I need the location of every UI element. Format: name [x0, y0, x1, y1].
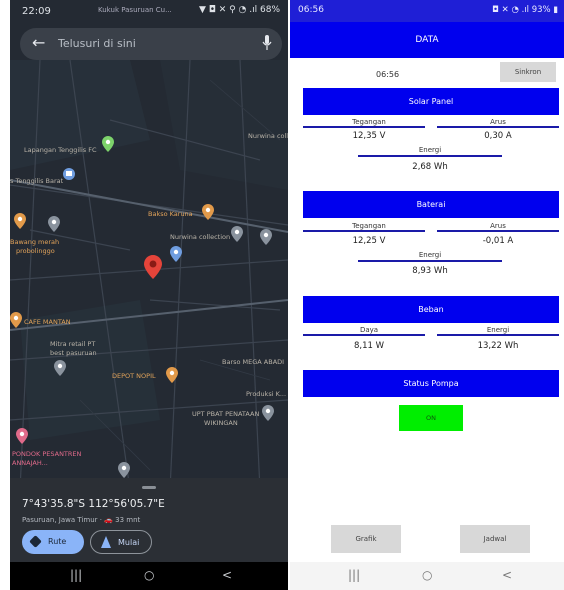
- load-power-label: Daya: [359, 326, 379, 334]
- back-button[interactable]: <: [502, 568, 512, 582]
- graph-button[interactable]: Grafik: [331, 525, 401, 553]
- directions-icon: [29, 535, 42, 548]
- status-icons: ▼ ◘ ✕ ⚲ ◔ .ıl 68%: [198, 5, 280, 15]
- system-nav-bar: ||| ○ <: [290, 562, 564, 590]
- load-energy-value: 13,22 Wh: [477, 341, 519, 351]
- mic-icon[interactable]: [262, 35, 272, 51]
- map-label: ANNAJAH...: [12, 459, 48, 467]
- clock-text: 06:56: [376, 70, 400, 79]
- status-bar: 06:56 ◘ ✕ ◔ .ıl 93% ▮: [290, 0, 564, 22]
- navigation-arrow-icon: [101, 536, 111, 548]
- home-button[interactable]: ○: [144, 568, 154, 582]
- restaurant-pin-icon[interactable]: [10, 312, 22, 328]
- coordinates-text: 7°43'35.8"S 112°56'05.7"E: [22, 498, 165, 510]
- map-label: best pasuruan: [50, 349, 97, 357]
- place-subtitle: Pasuruan, Jawa Timur · 🚗 33 mnt: [22, 516, 141, 524]
- back-button[interactable]: <: [222, 568, 232, 582]
- schedule-button[interactable]: Jadwal: [460, 525, 530, 553]
- pump-status-header: Status Pompa: [303, 370, 559, 397]
- battery-energy-label: Energi: [418, 251, 442, 259]
- solar-current-value: 0,30 A: [484, 131, 512, 141]
- status-bar: 22:09 Kukuk Pasuruan Cu... ▼ ◘ ✕ ⚲ ◔ .ıl…: [10, 0, 288, 24]
- map-label: DEPOT NOPIL: [112, 372, 156, 380]
- sync-button[interactable]: Sinkron: [500, 62, 556, 82]
- map-label: Mitra retail PT: [50, 340, 96, 348]
- battery-current-label: Arus: [490, 222, 506, 230]
- map-pin-icon[interactable]: [260, 229, 272, 245]
- map-label: Produksi K...: [246, 390, 287, 398]
- shop-pin-icon[interactable]: [170, 246, 182, 262]
- load-power-value: 8,11 W: [353, 341, 385, 351]
- restaurant-pin-icon[interactable]: [202, 204, 214, 220]
- status-time: 22:09: [22, 6, 51, 17]
- pink-pin-icon[interactable]: [16, 428, 28, 444]
- map-pin-icon[interactable]: [262, 405, 274, 421]
- map-pin-icon[interactable]: [48, 216, 60, 232]
- solar-energy-label: Energi: [418, 146, 442, 154]
- divider: [437, 230, 559, 232]
- start-label: Mulai: [118, 538, 140, 547]
- map-label: Nurwina coll: [248, 132, 288, 140]
- solar-voltage-value: 12,35 V: [352, 131, 386, 141]
- battery-header: Baterai: [303, 191, 559, 218]
- status-time: 06:56: [298, 5, 324, 15]
- divider: [437, 334, 559, 336]
- divider: [358, 260, 502, 262]
- battery-voltage-label: Tegangan: [352, 222, 386, 230]
- recent-apps-button[interactable]: |||: [70, 568, 82, 582]
- load-energy-label: Energi: [486, 326, 510, 334]
- map-pin-icon[interactable]: [231, 226, 243, 242]
- search-placeholder[interactable]: Telusuri di sini: [58, 37, 136, 50]
- map-label: Nurwina collection: [170, 233, 231, 241]
- map-pin-icon[interactable]: [102, 136, 114, 152]
- arrow-left-icon[interactable]: ←: [32, 33, 45, 52]
- search-bar[interactable]: ← Telusuri di sini: [20, 28, 282, 60]
- route-button[interactable]: Rute: [22, 530, 84, 554]
- map-label: Bakso Karuna: [148, 210, 193, 218]
- divider: [437, 126, 559, 128]
- map-pin-icon[interactable]: [54, 360, 66, 376]
- status-icons: ◘ ✕ ◔ .ıl 93% ▮: [492, 5, 558, 15]
- map-label: WIKINGAN: [204, 419, 238, 427]
- map-label: probolinggo: [16, 247, 55, 255]
- map-label: s Tenggilis Barat: [10, 177, 64, 185]
- solar-current-label: Arus: [490, 118, 506, 126]
- system-nav-bar: ||| ○ <: [10, 562, 288, 590]
- battery-current-value: -0,01 A: [482, 236, 514, 246]
- divider: [303, 334, 425, 336]
- solar-voltage-label: Tegangan: [352, 118, 386, 126]
- place-bottom-sheet[interactable]: 7°43'35.8"S 112°56'05.7"E Pasuruan, Jawa…: [10, 478, 288, 562]
- map-pin-icon[interactable]: [118, 462, 130, 478]
- battery-energy-value: 8,93 Wh: [412, 266, 448, 276]
- app-title: DATA: [290, 22, 564, 58]
- restaurant-pin-icon[interactable]: [14, 213, 26, 229]
- home-button[interactable]: ○: [422, 568, 432, 582]
- solar-energy-value: 2,68 Wh: [412, 162, 448, 172]
- divider: [303, 126, 425, 128]
- map-label: PONDOK PESANTREN: [12, 450, 82, 458]
- map-label: Bawang merah: [10, 238, 60, 246]
- drag-handle[interactable]: [142, 486, 156, 489]
- start-button[interactable]: Mulai: [90, 530, 152, 554]
- route-label: Rute: [48, 537, 67, 546]
- maps-screen: Lapangan Tenggilis FC Nurwina coll s Ten…: [10, 0, 288, 590]
- bus-stop-icon[interactable]: [63, 168, 75, 180]
- map-label: CAFE MANTAN: [24, 318, 71, 326]
- pump-on-button[interactable]: ON: [399, 405, 463, 431]
- load-header: Beban: [303, 296, 559, 323]
- map-label: Lapangan Tenggilis FC: [24, 146, 97, 154]
- map-label: Barso MEGA ABADI: [222, 358, 285, 366]
- data-app-screen: 06:56 ◘ ✕ ◔ .ıl 93% ▮ DATA 06:56 Sinkron…: [290, 0, 564, 590]
- status-notification: Kukuk Pasuruan Cu...: [98, 6, 172, 14]
- restaurant-pin-icon[interactable]: [166, 367, 178, 383]
- map-label: UPT PBAT PENATAAN: [192, 410, 260, 418]
- battery-voltage-value: 12,25 V: [352, 236, 386, 246]
- divider: [303, 230, 425, 232]
- recent-apps-button[interactable]: |||: [348, 568, 360, 582]
- dropped-pin-icon[interactable]: [144, 255, 162, 279]
- divider: [358, 155, 502, 157]
- solar-panel-header: Solar Panel: [303, 88, 559, 115]
